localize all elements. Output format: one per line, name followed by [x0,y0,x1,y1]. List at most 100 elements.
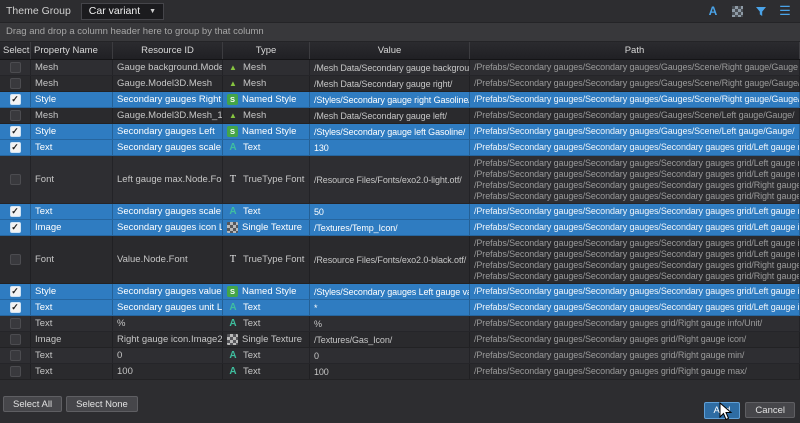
path-line: /Prefabs/Secondary gauges/Secondary gaug… [474,142,800,153]
path-line: /Prefabs/Secondary gauges/Secondary gaug… [474,222,800,233]
select-none-button[interactable]: Select None [66,396,138,412]
style-icon: S [227,286,238,297]
table-row[interactable]: FontValue.Node.FontTTrueType Font/Resour… [0,236,800,284]
path-line: /Prefabs/Secondary gauges/Secondary gaug… [474,169,800,180]
resource-id-cell: Secondary gauges Right [113,92,223,107]
checkbox-unchecked[interactable] [10,318,21,329]
checkbox-checked[interactable]: ✓ [10,94,21,105]
table-row[interactable]: Text0AText0/Prefabs/Secondary gauges/Sec… [0,348,800,364]
checkbox-checked[interactable]: ✓ [10,222,21,233]
checkbox-unchecked[interactable] [10,174,21,185]
resource-id-cell: Value.Node.Font [113,236,223,283]
value-cell: /Mesh Data/Secondary gauge right/ [310,76,470,91]
toolbar-icons: A ☰ [706,4,794,18]
column-header-resource-id[interactable]: Resource ID [113,42,223,59]
filter-icon[interactable] [754,4,768,18]
path-cell: /Prefabs/Secondary gauges/Secondary gaug… [470,92,800,107]
checkbox-checked[interactable]: ✓ [10,206,21,217]
property-name-cell: Text [31,140,113,155]
table-row[interactable]: ✓TextSecondary gauges unit LeftAText*/Pr… [0,300,800,316]
select-cell: ✓ [0,284,31,299]
text-icon: A [227,142,239,153]
checkbox-unchecked[interactable] [10,62,21,73]
variant-dropdown-value: Car variant [89,5,140,17]
type-cell: AText [223,316,310,331]
path-cell: /Prefabs/Secondary gauges/Secondary gaug… [470,156,800,203]
type-cell: TTrueType Font [223,236,310,283]
select-cell [0,364,31,379]
checkbox-checked[interactable]: ✓ [10,126,21,137]
column-header-property-name[interactable]: Property Name [31,42,113,59]
table-row[interactable]: ✓StyleSecondary gauges value LeftSNamed … [0,284,800,300]
path-cell: /Prefabs/Secondary gauges/Secondary gaug… [470,332,800,347]
table-row[interactable]: ✓TextSecondary gauges scale max LeftATex… [0,140,800,156]
type-cell: ▲Mesh [223,76,310,91]
column-header-select[interactable]: Select [0,42,31,59]
checkbox-unchecked[interactable] [10,254,21,265]
select-cell: ✓ [0,300,31,315]
table-row[interactable]: FontLeft gauge max.Node.FontTTrueType Fo… [0,156,800,204]
grid-icon[interactable] [730,4,744,18]
path-cell: /Prefabs/Secondary gauges/Secondary gaug… [470,108,800,123]
grid-icon-glyph [732,6,743,17]
checkbox-checked[interactable]: ✓ [10,286,21,297]
table-row[interactable]: Text100AText100/Prefabs/Secondary gauges… [0,364,800,380]
value-cell: 50 [310,204,470,219]
table-row[interactable]: ✓StyleSecondary gauges RightSNamed Style… [0,92,800,108]
resource-id-cell: Secondary gauges unit Left [113,300,223,315]
font-icon: T [227,174,239,185]
value-cell: 100 [310,364,470,379]
value-cell: /Mesh Data/Secondary gauge left/ [310,108,470,123]
table-row[interactable]: MeshGauge.Model3D.Mesh▲Mesh/Mesh Data/Se… [0,76,800,92]
table-row[interactable]: ✓StyleSecondary gauges LeftSNamed Style/… [0,124,800,140]
select-cell [0,156,31,203]
text-display-icon[interactable]: A [706,4,720,18]
property-name-cell: Text [31,204,113,219]
checkbox-unchecked[interactable] [10,110,21,121]
menu-icon[interactable]: ☰ [778,4,792,18]
resource-id-cell: Secondary gauges scale min Left [113,204,223,219]
path-line: /Prefabs/Secondary gauges/Secondary gaug… [474,302,800,313]
select-all-button[interactable]: Select All [3,396,62,412]
table-row[interactable]: ✓TextSecondary gauges scale min LeftATex… [0,204,800,220]
cancel-button[interactable]: Cancel [745,402,795,418]
resource-id-cell: Gauge.Model3D.Mesh_1 [113,108,223,123]
table-row[interactable]: MeshGauge background.Model3D.Mesh▲Mesh/M… [0,60,800,76]
text-icon: A [227,366,239,377]
variant-dropdown[interactable]: Car variant ▼ [81,3,164,20]
checkbox-unchecked[interactable] [10,334,21,345]
type-label: Named Style [242,94,296,105]
table-row[interactable]: ✓ImageSecondary gauges icon LeftSingle T… [0,220,800,236]
table-row[interactable]: Text%AText%/Prefabs/Secondary gauges/Sec… [0,316,800,332]
resource-id-cell: % [113,316,223,331]
group-by-bar[interactable]: Drag and drop a column header here to gr… [0,22,800,42]
resource-id-cell: Secondary gauges scale max Left [113,140,223,155]
path-cell: /Prefabs/Secondary gauges/Secondary gaug… [470,220,800,235]
column-header-type[interactable]: Type [223,42,310,59]
type-label: TrueType Font [243,254,304,265]
path-line: /Prefabs/Secondary gauges/Secondary gaug… [474,286,800,297]
column-header-value[interactable]: Value [310,42,470,59]
group-by-hint: Drag and drop a column header here to gr… [6,26,264,37]
checkbox-checked[interactable]: ✓ [10,142,21,153]
checkbox-unchecked[interactable] [10,350,21,361]
resource-id-cell: Secondary gauges icon Left [113,220,223,235]
type-label: Named Style [242,286,296,297]
type-cell: AText [223,300,310,315]
mesh-icon: ▲ [227,62,239,73]
table-row[interactable]: MeshGauge.Model3D.Mesh_1▲Mesh/Mesh Data/… [0,108,800,124]
add-button[interactable]: Add [704,402,741,419]
path-line: /Prefabs/Secondary gauges/Secondary gaug… [474,191,800,202]
type-label: Text [243,206,260,217]
text-icon: A [227,302,239,313]
value-cell: /Resource Files/Fonts/exo2.0-black.otf/ [310,236,470,283]
path-cell: /Prefabs/Secondary gauges/Secondary gaug… [470,204,800,219]
checkbox-checked[interactable]: ✓ [10,302,21,313]
table-row[interactable]: ImageRight gauge icon.Image2D.ImageSingl… [0,332,800,348]
checkbox-unchecked[interactable] [10,78,21,89]
text-icon: A [227,350,239,361]
checkbox-unchecked[interactable] [10,366,21,377]
column-header-path[interactable]: Path [470,42,800,59]
theme-group-label: Theme Group [6,5,71,17]
property-name-cell: Text [31,316,113,331]
